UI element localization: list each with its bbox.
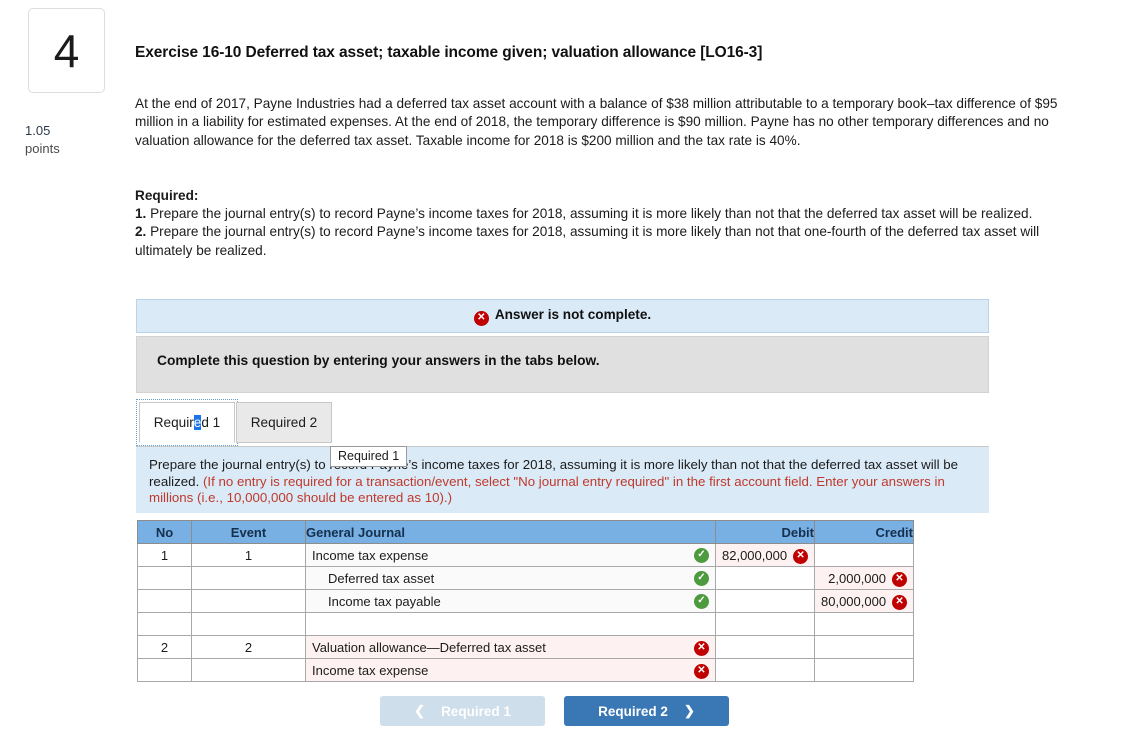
cell-no[interactable] bbox=[137, 658, 192, 682]
tab-required-2-label: Required 2 bbox=[250, 415, 318, 430]
account-label: Deferred tax asset bbox=[328, 570, 435, 586]
next-button-label: Required 2 bbox=[598, 703, 668, 719]
cell-event[interactable]: 2 bbox=[191, 635, 306, 659]
question-rail: 4 1.05 points bbox=[0, 0, 132, 752]
requirement-2-text: Prepare the journal entry(s) to record P… bbox=[135, 224, 1040, 258]
question-page: 4 1.05 points Exercise 16-10 Deferred ta… bbox=[0, 0, 1129, 752]
cell-no[interactable]: 2 bbox=[137, 635, 192, 659]
cell-event[interactable]: 1 bbox=[191, 543, 306, 567]
answer-status-text: Answer is not complete. bbox=[494, 307, 652, 323]
check-circle-icon: ✓ bbox=[694, 570, 709, 586]
table-row[interactable]: 2 2 Valuation allowance—Deferred tax asset… bbox=[137, 635, 914, 659]
column-header-journal: General Journal bbox=[305, 520, 716, 544]
cell-account[interactable]: Income tax expense ✕ bbox=[305, 658, 716, 682]
column-header-event: Event bbox=[191, 520, 306, 544]
cell-account[interactable]: Income tax payable ✓ bbox=[305, 589, 716, 613]
tab-required-2[interactable]: Required 2 bbox=[236, 402, 332, 443]
answer-status-banner: ✕ Answer is not complete. bbox=[136, 299, 989, 333]
credit-value: 80,000,000 bbox=[821, 593, 887, 609]
column-header-debit: Debit bbox=[715, 520, 815, 544]
account-label: Income tax expense bbox=[312, 547, 429, 563]
tab-required-1[interactable]: Required 1 bbox=[136, 399, 238, 446]
tab-tooltip: Required 1 bbox=[330, 446, 408, 467]
cell-account[interactable]: Deferred tax asset ✓ bbox=[305, 566, 716, 590]
question-body: At the end of 2017, Payne Industries had… bbox=[135, 96, 1058, 148]
task-instructions-note: (If no entry is required for a transacti… bbox=[149, 473, 945, 506]
points-value: 1.05 bbox=[25, 123, 51, 138]
credit-value: 2,000,000 bbox=[828, 570, 886, 586]
instruction-bar: Complete this question by entering your … bbox=[136, 336, 989, 393]
check-circle-icon: ✓ bbox=[694, 593, 709, 609]
x-circle-icon: ✕ bbox=[892, 594, 907, 610]
chevron-right-icon: ❯ bbox=[683, 703, 695, 718]
x-circle-icon: ✕ bbox=[694, 640, 709, 656]
page-title: Exercise 16-10 Deferred tax asset; taxab… bbox=[135, 44, 763, 61]
instruction-bar-text: Complete this question by entering your … bbox=[157, 353, 600, 368]
x-circle-icon: ✕ bbox=[793, 548, 808, 564]
prev-button-label: Required 1 bbox=[441, 703, 511, 719]
table-body: 1 1 Income tax expense ✓ 82,000,000 ✕ Deferred… bbox=[137, 543, 914, 682]
account-label: Income tax expense bbox=[312, 662, 429, 678]
account-label: Income tax payable bbox=[328, 593, 441, 609]
x-circle-icon: ✕ bbox=[892, 571, 907, 587]
cell-debit[interactable] bbox=[715, 612, 815, 636]
table-row[interactable] bbox=[137, 612, 914, 636]
table-row[interactable]: 1 1 Income tax expense ✓ 82,000,000 ✕ bbox=[137, 543, 914, 567]
column-header-credit: Credit bbox=[814, 520, 914, 544]
answer-status-text-wrap: ✕ Answer is not complete. bbox=[473, 307, 652, 326]
table-row[interactable]: Deferred tax asset ✓ 2,000,000 ✕ bbox=[137, 566, 914, 590]
cell-debit[interactable] bbox=[715, 566, 815, 590]
cell-no[interactable]: 1 bbox=[137, 543, 192, 567]
cell-no[interactable] bbox=[137, 566, 192, 590]
cell-no[interactable] bbox=[137, 589, 192, 613]
debit-value: 82,000,000 bbox=[722, 547, 788, 563]
points-label: points bbox=[25, 141, 60, 156]
general-journal-table: No Event General Journal Debit Credit 11… bbox=[137, 520, 914, 682]
chevron-left-icon: ❮ bbox=[414, 703, 426, 718]
cell-credit[interactable]: 80,000,000 ✕ bbox=[814, 589, 914, 613]
required-heading: Required: bbox=[135, 188, 199, 203]
cell-account[interactable]: Income tax expense ✓ bbox=[305, 543, 716, 567]
question-number-box: 4 bbox=[28, 8, 105, 93]
cell-account[interactable]: Valuation allowance—Deferred tax asset ✕ bbox=[305, 635, 716, 659]
required-block: Required: 1. Prepare the journal entry(s… bbox=[135, 187, 1065, 260]
cell-credit[interactable] bbox=[814, 543, 914, 567]
cell-debit[interactable]: 82,000,000 ✕ bbox=[715, 543, 815, 567]
next-required-2-button[interactable]: Required 2 ❯ bbox=[564, 696, 729, 726]
requirement-1-text: Prepare the journal entry(s) to record P… bbox=[146, 206, 1033, 222]
task-instructions-panel: Prepare the journal entry(s) to record P… bbox=[136, 447, 989, 513]
cell-no[interactable] bbox=[137, 612, 192, 636]
cell-credit[interactable] bbox=[814, 612, 914, 636]
table-row[interactable]: Income tax expense ✕ bbox=[137, 658, 914, 682]
cell-debit[interactable] bbox=[715, 589, 815, 613]
cell-event[interactable] bbox=[191, 566, 306, 590]
cell-credit[interactable] bbox=[814, 635, 914, 659]
table-header-row: No Event General Journal Debit Credit bbox=[137, 520, 914, 544]
cell-debit[interactable] bbox=[715, 658, 815, 682]
cell-credit[interactable]: 2,000,000 ✕ bbox=[814, 566, 914, 590]
cell-event[interactable] bbox=[191, 612, 306, 636]
account-label: Valuation allowance—Deferred tax asset bbox=[312, 639, 546, 655]
cell-debit[interactable] bbox=[715, 635, 815, 659]
x-circle-icon: ✕ bbox=[694, 663, 709, 679]
column-header-no: No bbox=[137, 520, 192, 544]
question-number: 4 bbox=[53, 24, 80, 77]
cell-credit[interactable] bbox=[814, 658, 914, 682]
cell-event[interactable] bbox=[191, 658, 306, 682]
x-circle-icon: ✕ bbox=[473, 310, 489, 326]
requirement-1-number: 1. bbox=[135, 206, 147, 222]
check-circle-icon: ✓ bbox=[694, 547, 709, 563]
tab-required-1-label: Required 1 bbox=[153, 415, 221, 430]
cell-event[interactable] bbox=[191, 589, 306, 613]
tabstrip: Required 1 Required 2 bbox=[136, 399, 989, 447]
table-row[interactable]: Income tax payable ✓ 80,000,000 ✕ bbox=[137, 589, 914, 613]
cell-account[interactable] bbox=[305, 612, 716, 636]
requirement-2-number: 2. bbox=[135, 224, 147, 240]
prev-required-1-button[interactable]: ❮ Required 1 bbox=[380, 696, 545, 726]
